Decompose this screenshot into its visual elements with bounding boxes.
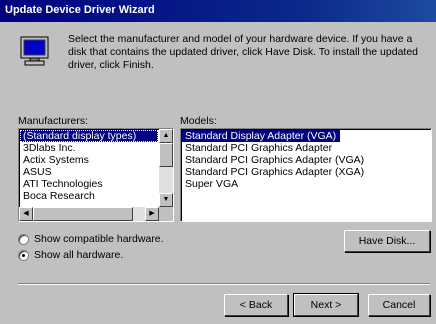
model-item[interactable]: Standard PCI Graphics Adapter (VGA) (182, 154, 430, 166)
scroll-corner (159, 207, 173, 221)
manufacturers-listbox[interactable]: (Standard display types) 3Dlabs Inc. Act… (18, 128, 174, 222)
manufacturer-item[interactable]: 3Dlabs Inc. (20, 142, 158, 154)
back-button[interactable]: < Back (224, 294, 288, 316)
manufacturer-item[interactable]: ASUS (20, 166, 158, 178)
horizontal-scroll-thumb[interactable] (33, 207, 133, 221)
intro-text: Select the manufacturer and model of you… (68, 33, 419, 71)
window-title: Update Device Driver Wizard (5, 4, 155, 16)
manufacturers-vertical-scrollbar[interactable]: ▲ ▼ (159, 129, 173, 207)
radio-selected-dot (22, 254, 25, 257)
vertical-scroll-thumb[interactable] (159, 143, 173, 167)
scroll-right-arrow-icon[interactable]: ▶ (145, 207, 159, 221)
manufacturer-item[interactable]: ATI Technologies (20, 178, 158, 190)
scroll-down-arrow-icon[interactable]: ▼ (159, 193, 173, 207)
manufacturer-item[interactable]: Actix Systems (20, 154, 158, 166)
manufacturer-item[interactable]: Boca Research (20, 190, 158, 202)
scroll-left-arrow-icon[interactable]: ◀ (19, 207, 33, 221)
title-bar[interactable]: Update Device Driver Wizard (0, 0, 436, 22)
manufacturers-label-text: Manufacturers: (18, 115, 89, 127)
manufacturer-item[interactable]: (Standard display types) (20, 130, 158, 142)
models-label-text: Models: (180, 115, 217, 127)
show-compatible-radio[interactable] (18, 234, 29, 245)
model-item[interactable]: Standard PCI Graphics Adapter (182, 142, 430, 154)
model-item[interactable]: Standard PCI Graphics Adapter (XGA) (182, 166, 430, 178)
show-all-label[interactable]: Show all hardware. (34, 249, 123, 261)
model-item[interactable]: Super VGA (182, 178, 430, 190)
monitor-icon (20, 36, 49, 66)
manufacturers-horizontal-scrollbar[interactable]: ◀ ▶ (19, 207, 159, 221)
scroll-up-arrow-icon[interactable]: ▲ (159, 129, 173, 143)
update-driver-wizard-window: Update Device Driver Wizard Select the m… (0, 0, 436, 324)
models-label: Models: (180, 115, 217, 127)
show-compatible-label[interactable]: Show compatible hardware. (34, 233, 164, 245)
separator (18, 283, 430, 285)
have-disk-button[interactable]: Have Disk... (344, 230, 430, 252)
next-button[interactable]: Next > (293, 293, 359, 317)
models-listbox[interactable]: Standard Display Adapter (VGA) Standard … (180, 128, 432, 222)
model-item[interactable]: Standard Display Adapter (VGA) (182, 130, 341, 142)
show-all-radio[interactable] (18, 250, 29, 261)
manufacturers-label: Manufacturers: (18, 115, 88, 127)
cancel-button[interactable]: Cancel (368, 294, 430, 316)
